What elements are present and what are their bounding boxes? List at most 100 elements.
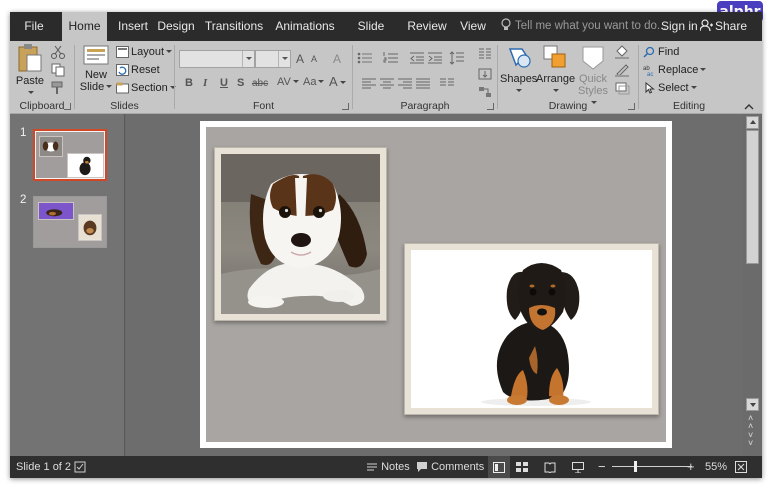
photo-frame-puppy[interactable] xyxy=(214,147,387,321)
spell-check-status[interactable] xyxy=(74,456,87,478)
font-size-combo[interactable] xyxy=(255,50,291,68)
new-slide-button[interactable]: New Slide xyxy=(79,43,113,93)
tab-insert[interactable]: Insert xyxy=(114,12,152,41)
comments-button[interactable]: Comments xyxy=(416,456,484,478)
paste-button[interactable]: Paste xyxy=(14,43,46,99)
smartart-icon[interactable] xyxy=(477,85,493,99)
justify-icon[interactable] xyxy=(415,77,431,91)
grow-font-button[interactable]: A xyxy=(296,52,304,66)
slide-thumbnail-1[interactable] xyxy=(33,129,107,181)
slide-sorter-button[interactable] xyxy=(516,456,528,478)
share-button[interactable]: Share xyxy=(699,12,747,41)
tab-slide-show[interactable]: Slide Show xyxy=(341,12,401,62)
bold-button[interactable]: B xyxy=(185,77,193,89)
thumb-photo-dachshund xyxy=(67,153,104,178)
clear-formatting-button[interactable]: A xyxy=(333,52,341,66)
clipboard-launcher-icon[interactable] xyxy=(64,103,71,110)
slide-thumbnail-2[interactable] xyxy=(33,196,107,248)
zoom-slider[interactable] xyxy=(612,461,692,472)
shape-effects-icon[interactable] xyxy=(614,81,630,95)
paragraph-launcher-icon[interactable] xyxy=(487,103,494,110)
font-color-label: A xyxy=(329,74,338,89)
arrange-button[interactable]: Arrange xyxy=(536,43,575,97)
replace-button[interactable]: ab ac Replace xyxy=(643,62,707,79)
character-spacing-button[interactable]: AV xyxy=(277,76,299,88)
font-name-combo[interactable] xyxy=(179,50,255,68)
zoom-out-button[interactable]: − xyxy=(598,456,606,478)
tell-me-search[interactable]: Tell me what you want to do... xyxy=(500,12,667,41)
shape-outline-icon[interactable] xyxy=(614,63,630,77)
underline-button[interactable]: U xyxy=(220,77,228,89)
fit-slide-button[interactable] xyxy=(735,456,747,478)
font-color-button[interactable]: A xyxy=(329,74,346,89)
drawing-launcher-icon[interactable] xyxy=(628,103,635,110)
dachshund-puppy-image xyxy=(411,250,652,408)
notes-label: Notes xyxy=(381,461,410,473)
reset-icon xyxy=(116,64,129,76)
change-case-button[interactable]: Aa xyxy=(303,76,325,88)
normal-view-button[interactable] xyxy=(488,456,510,478)
select-button[interactable]: Select xyxy=(643,80,697,97)
distribute-columns-icon[interactable] xyxy=(439,77,455,91)
tab-home[interactable]: Home xyxy=(62,12,107,41)
zoom-level[interactable]: 55% xyxy=(705,456,727,478)
shapes-button[interactable]: Shapes xyxy=(500,43,538,97)
bullets-icon[interactable] xyxy=(357,51,373,65)
copy-icon[interactable] xyxy=(50,63,66,77)
previous-slide-button[interactable]: ˄ ˄ xyxy=(748,414,753,431)
scroll-down-button[interactable] xyxy=(746,398,759,411)
text-direction-icon[interactable] xyxy=(477,67,493,81)
clipboard-icon xyxy=(18,44,42,72)
line-spacing-icon[interactable] xyxy=(449,51,465,65)
italic-button[interactable]: I xyxy=(203,77,207,89)
align-left-icon[interactable] xyxy=(361,77,377,91)
tab-view[interactable]: View xyxy=(456,12,490,41)
text-shadow-button[interactable]: S xyxy=(237,77,244,89)
slide-show-button[interactable] xyxy=(572,456,584,478)
group-paragraph: Paragraph xyxy=(353,41,497,114)
collapse-ribbon-icon[interactable] xyxy=(744,103,754,110)
align-center-icon[interactable] xyxy=(379,77,395,91)
strikethrough-button[interactable]: abc xyxy=(252,78,268,89)
find-button[interactable]: Find xyxy=(643,44,679,61)
shapes-label: Shapes xyxy=(500,73,538,85)
align-right-icon[interactable] xyxy=(397,77,413,91)
tab-transitions[interactable]: Transitions xyxy=(203,12,265,41)
format-painter-icon[interactable] xyxy=(50,81,66,95)
columns-icon[interactable] xyxy=(477,47,493,61)
tab-animations[interactable]: Animations xyxy=(272,12,338,41)
tab-design[interactable]: Design xyxy=(156,12,196,41)
tab-review[interactable]: Review xyxy=(407,12,447,41)
scroll-up-button[interactable] xyxy=(746,116,759,129)
chevron-down-icon xyxy=(28,91,34,94)
chevron-down-icon xyxy=(278,51,290,67)
zoom-in-button[interactable]: + xyxy=(687,456,695,478)
sign-in-link[interactable]: Sign in xyxy=(661,12,698,41)
font-launcher-icon[interactable] xyxy=(342,103,349,110)
next-slide-button[interactable]: ˅ ˅ xyxy=(748,431,753,448)
layout-button[interactable]: Layout xyxy=(116,44,173,61)
group-drawing: Shapes Arrange Quick Styles Drawing xyxy=(498,41,638,114)
numbering-icon[interactable] xyxy=(383,51,399,65)
cut-icon[interactable] xyxy=(50,45,66,59)
shrink-font-button[interactable]: A xyxy=(311,54,317,64)
status-bar: Slide 1 of 2 Notes Comments − + 55% xyxy=(10,456,762,478)
current-slide[interactable] xyxy=(200,121,672,448)
reset-button[interactable]: Reset xyxy=(116,62,160,79)
zoom-slider-knob[interactable] xyxy=(634,461,637,472)
shape-fill-icon[interactable] xyxy=(614,45,630,59)
new-slide-label-2: Slide xyxy=(79,81,105,93)
group-editing: Find ab ac Replace Select Editing xyxy=(639,41,739,114)
tab-view-label: View xyxy=(460,19,486,33)
tab-file[interactable]: File xyxy=(10,12,58,41)
photo-frame-dachshund[interactable] xyxy=(404,243,659,415)
increase-indent-icon[interactable] xyxy=(427,51,443,65)
chevron-down-icon xyxy=(106,85,113,88)
section-button[interactable]: Section xyxy=(116,80,176,97)
layout-icon xyxy=(116,46,129,58)
notes-button[interactable]: Notes xyxy=(366,456,410,478)
scrollbar-thumb[interactable] xyxy=(746,130,759,264)
decrease-indent-icon[interactable] xyxy=(409,51,425,65)
reading-view-button[interactable] xyxy=(544,456,556,478)
vertical-scrollbar[interactable]: ˄ ˄ ˅ ˅ xyxy=(743,114,762,456)
